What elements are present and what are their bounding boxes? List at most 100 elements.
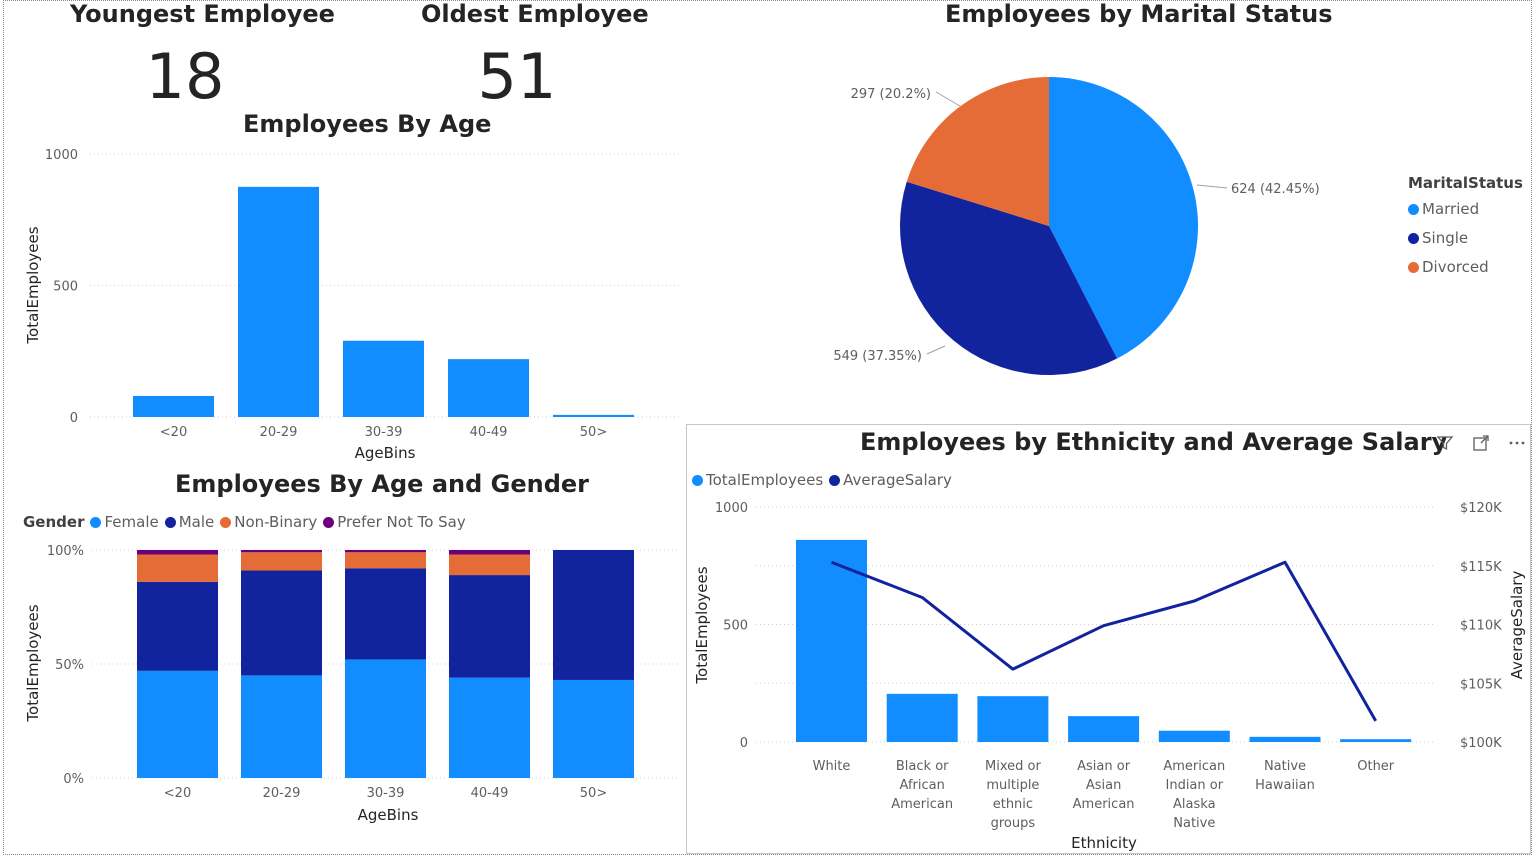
left-tick-label: 0 [740, 736, 748, 751]
legend-item-total-employees[interactable]: TotalEmployees [692, 471, 823, 489]
leader-line [935, 91, 961, 107]
total-employees-swatch [692, 474, 703, 486]
x-tick-label: Asian or [1077, 759, 1131, 774]
legend-label: Prefer Not To Say [337, 513, 466, 531]
y-tick-label: 50% [55, 658, 84, 673]
legend-item-average-salary[interactable]: AverageSalary [829, 471, 952, 489]
stacked-bar-segment [449, 554, 530, 576]
stacked-bar-segment [137, 581, 218, 671]
x-tick-label: American [1163, 759, 1225, 774]
male-swatch [164, 516, 176, 528]
x-axis-title: AgeBins [355, 444, 416, 462]
right-tick-label: $110K [1460, 619, 1502, 634]
data-label: 624 (42.45%) [1231, 182, 1320, 197]
gender-chart-title: Employees By Age and Gender [175, 470, 589, 498]
stacked-bar-segment [553, 550, 634, 680]
x-tick-label: 30-39 [367, 786, 405, 801]
y-tick-label: 500 [53, 280, 78, 295]
right-tick-label: $105K [1460, 677, 1502, 692]
right-tick-label: $115K [1460, 560, 1502, 575]
female-swatch [90, 516, 102, 528]
x-tick-label: 40-49 [470, 425, 508, 440]
legend-label: Female [104, 513, 159, 531]
stacked-bar-segment [345, 568, 426, 660]
y-tick-label: 0 [70, 411, 78, 426]
bar [343, 340, 424, 417]
leader-line [1196, 184, 1228, 189]
right-tick-label: $120K [1460, 501, 1502, 516]
marital-legend-title: MaritalStatus [1408, 174, 1523, 192]
bar [448, 359, 529, 417]
bar [796, 539, 867, 742]
legend-item-female[interactable]: Female [90, 513, 159, 531]
stacked-bar-segment [241, 675, 322, 778]
y-tick-label: 0% [63, 772, 84, 787]
legend-item-prefer-not-to-say[interactable]: Prefer Not To Say [323, 513, 466, 531]
legend-label: Divorced [1422, 258, 1489, 276]
bar [1158, 730, 1230, 742]
x-tick-label: Black or [896, 759, 949, 774]
x-tick-label: Asian [1086, 778, 1121, 793]
x-tick-label: Indian or [1166, 778, 1224, 793]
legend-label: Married [1422, 200, 1480, 218]
legend-item-non-binary[interactable]: Non-Binary [220, 513, 317, 531]
filter-icon[interactable] [1434, 432, 1456, 454]
age-bar-chart: 0 500 1000 <20 20-29 30-39 40-49 50> AgeBins Tota… [24, 148, 680, 462]
divorced-swatch [1408, 261, 1419, 273]
more-options-icon[interactable] [1506, 432, 1528, 454]
legend-item-male[interactable]: Male [164, 513, 215, 531]
x-tick-label: Native [1173, 816, 1215, 831]
ethnicity-legend: TotalEmployees AverageSalary [692, 471, 958, 489]
gender-legend-title: Gender [23, 513, 85, 531]
y-tick-label: 100% [47, 544, 84, 559]
stacked-bar-segment [137, 670, 218, 778]
ethnicity-combo-chart: 0 500 1000 $100K $105K $110K $115K $120K White Bl… [693, 501, 1526, 852]
x-tick-label: ethnic [993, 797, 1033, 812]
age-chart-title: Employees By Age [243, 110, 492, 138]
data-label: 297 (20.2%) [851, 87, 931, 102]
x-tick-label: Mixed or [985, 759, 1041, 774]
x-tick-label: 50> [580, 786, 607, 801]
youngest-employee-value: 18 [145, 40, 225, 113]
x-tick-label: multiple [986, 778, 1039, 793]
left-tick-label: 1000 [715, 501, 748, 516]
x-tick-label: White [813, 759, 851, 774]
y-axis-title: TotalEmployees [24, 604, 42, 722]
stacked-bar-segment [553, 679, 634, 778]
bar [133, 395, 214, 417]
marital-legend: MaritalStatus Married Single Divorced [1408, 174, 1523, 276]
x-tick-label: African [900, 778, 945, 793]
legend-label: Male [178, 513, 215, 531]
legend-item-married[interactable]: Married [1408, 200, 1517, 218]
stacked-bar-segment [345, 659, 426, 778]
stacked-bar-segment [345, 550, 426, 553]
married-swatch [1408, 203, 1419, 215]
legend-item-divorced[interactable]: Divorced [1408, 258, 1517, 276]
x-tick-label: 20-29 [260, 425, 298, 440]
left-tick-label: 500 [723, 619, 748, 634]
youngest-employee-label: Youngest Employee [70, 0, 335, 28]
x-tick-label: groups [991, 816, 1036, 831]
x-tick-label: Alaska [1173, 797, 1216, 812]
x-tick-label: Other [1357, 759, 1395, 774]
stacked-bar-segment [345, 552, 426, 569]
x-tick-label: American [1073, 797, 1135, 812]
left-axis-title: TotalEmployees [693, 566, 711, 684]
x-tick-label: Native [1264, 759, 1306, 774]
focus-mode-icon[interactable] [1470, 432, 1492, 454]
stacked-bar-segment [137, 554, 218, 582]
right-tick-label: $100K [1460, 736, 1502, 751]
bar [886, 693, 958, 742]
gender-legend: Gender Female Male Non-Binary Prefer Not… [23, 513, 472, 531]
average-salary-swatch [829, 474, 841, 486]
x-tick-label: American [891, 797, 953, 812]
x-tick-label: 30-39 [365, 425, 403, 440]
y-axis-title: TotalEmployees [24, 226, 42, 344]
x-tick-label: 40-49 [471, 786, 509, 801]
legend-item-single[interactable]: Single [1408, 229, 1517, 247]
prefer-not-to-say-swatch [323, 516, 335, 528]
stacked-bar-segment [241, 570, 322, 676]
oldest-employee-label: Oldest Employee [421, 0, 649, 28]
oldest-employee-value: 51 [477, 40, 557, 113]
single-swatch [1408, 232, 1419, 244]
